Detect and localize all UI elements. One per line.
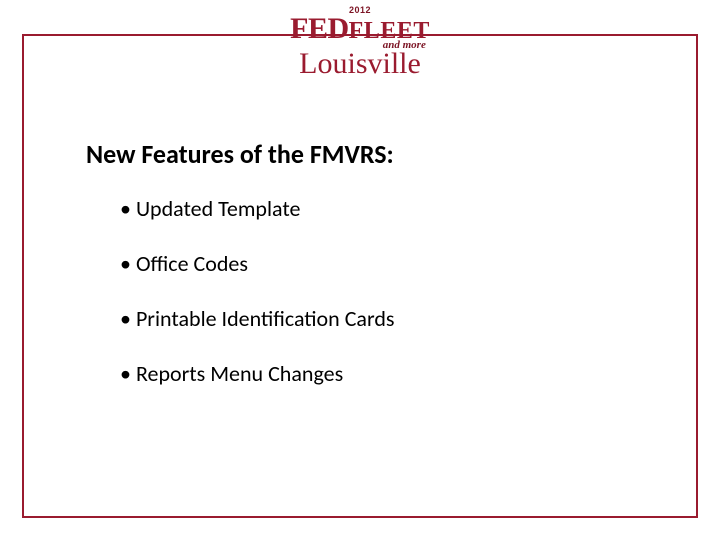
slide: 2012 FEDFLEET and more Louisville New Fe… [0,0,720,540]
list-item: Reports Menu Changes [120,360,395,387]
event-logo: 2012 FEDFLEET and more Louisville [290,6,430,79]
list-item: Office Codes [120,250,395,277]
list-item: Updated Template [120,195,395,222]
logo-brand-fed: FED [290,12,349,45]
list-item: Printable Identification Cards [120,305,395,332]
slide-heading: New Features of the FMVRS: [86,138,394,170]
logo-city: Louisville [290,49,430,79]
bullet-list: Updated Template Office Codes Printable … [120,195,395,415]
